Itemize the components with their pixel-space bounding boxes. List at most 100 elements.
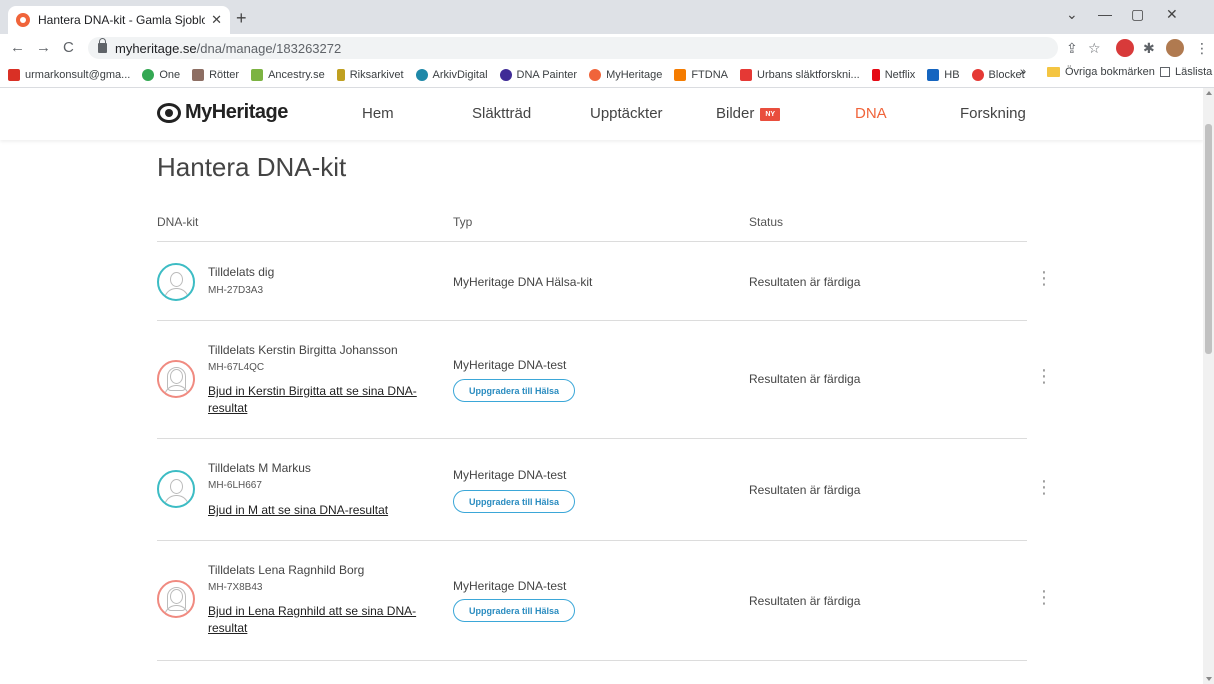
extension-icon[interactable]	[1116, 39, 1134, 57]
bookmark-ftdna[interactable]: FTDNA	[674, 68, 728, 81]
arkivdigital-icon	[415, 68, 428, 81]
invite-link[interactable]: Bjud in M att se sina DNA-resultat	[208, 502, 433, 519]
scroll-up-icon[interactable]	[1206, 91, 1212, 95]
other-bookmarks-folder[interactable]: Övriga bokmärken	[1047, 66, 1155, 78]
tab-search-icon[interactable]: ⌄	[1066, 6, 1078, 23]
kit-assignee: Tilldelats Lena Ragnhild Borg	[208, 563, 365, 577]
kit-assignee: Tilldelats M Markus	[208, 461, 311, 475]
nav-upptackter[interactable]: Upptäckter	[590, 105, 663, 122]
maximize-button[interactable]: ▢	[1131, 6, 1144, 23]
myheritage-favicon-icon	[16, 13, 30, 27]
row-divider	[157, 540, 1027, 541]
riksarkivet-icon	[336, 68, 345, 81]
close-tab-icon[interactable]: ✕	[211, 12, 222, 28]
column-header-status: Status	[749, 215, 784, 229]
bookmark-label: Netflix	[884, 68, 916, 81]
nav-dna[interactable]: DNA	[855, 105, 887, 122]
bookmark-myheritage[interactable]: MyHeritage	[589, 68, 663, 81]
one-icon	[142, 68, 155, 81]
page-viewport: MyHeritage Hem Släktträd Upptäckter Bild…	[0, 88, 1214, 684]
bookmark-label: urmarkonsult@gma...	[25, 68, 131, 81]
bookmark-riksarkivet[interactable]: Riksarkivet	[336, 68, 404, 81]
bookmark-label: FTDNA	[691, 68, 728, 81]
kit-type: MyHeritage DNA-test	[453, 468, 567, 482]
lock-icon	[98, 38, 107, 53]
upgrade-to-health-button[interactable]: Uppgradera till Hälsa	[453, 599, 575, 622]
profile-avatar[interactable]	[1166, 39, 1184, 57]
ancestry-leaf-icon	[251, 68, 264, 81]
invite-link[interactable]: Bjud in Lena Ragnhild att se sina DNA-re…	[208, 603, 433, 637]
reading-list-button[interactable]: Läslista	[1160, 66, 1212, 78]
logo-text: MyHeritage	[185, 101, 288, 123]
tab-title: Hantera DNA-kit - Gamla Sjoblom	[38, 13, 206, 27]
bookmark-star-icon[interactable]: ☆	[1088, 40, 1101, 57]
bookmark-urbans[interactable]: Urbans släktforskni...	[740, 68, 860, 81]
kit-id: MH-6LH667	[208, 480, 262, 491]
male-avatar-icon	[157, 470, 195, 508]
male-avatar-icon	[157, 263, 195, 301]
blocket-icon	[971, 68, 984, 81]
kit-status: Resultaten är färdiga	[749, 483, 861, 497]
bookmark-one[interactable]: One	[142, 68, 181, 81]
nav-bilder-label: Bilder	[716, 105, 755, 122]
myheritage-logo-icon	[157, 102, 181, 123]
invite-link[interactable]: Bjud in Kerstin Birgitta att se sina DNA…	[208, 383, 433, 417]
share-icon[interactable]: ⇪	[1066, 40, 1078, 57]
bookmark-ancestry[interactable]: Ancestry.se	[251, 68, 325, 81]
upgrade-to-health-button[interactable]: Uppgradera till Hälsa	[453, 379, 575, 402]
close-window-button[interactable]: ✕	[1166, 6, 1178, 23]
more-options-icon[interactable]: ⋮	[1035, 269, 1053, 287]
page-scrollbar[interactable]	[1203, 88, 1214, 684]
bookmark-netflix[interactable]: Netflix	[871, 68, 916, 81]
myheritage-logo[interactable]: MyHeritage	[157, 101, 288, 124]
address-bar[interactable]: myheritage.se /dna/manage/183263272	[88, 37, 1058, 59]
nav-hem[interactable]: Hem	[362, 105, 394, 122]
bookmark-gmail[interactable]: urmarkonsult@gma...	[8, 68, 131, 81]
kit-status: Resultaten är färdiga	[749, 594, 861, 608]
upgrade-to-health-button[interactable]: Uppgradera till Hälsa	[453, 490, 575, 513]
extensions-puzzle-icon[interactable]: ✱	[1143, 40, 1155, 57]
bookmark-arkivdigital[interactable]: ArkivDigital	[415, 68, 488, 81]
new-badge: NY	[760, 107, 781, 121]
netflix-icon	[871, 68, 880, 81]
bookmark-rotter[interactable]: Rötter	[192, 68, 239, 81]
more-options-icon[interactable]: ⋮	[1035, 367, 1053, 385]
new-tab-button[interactable]: +	[236, 8, 247, 29]
back-button[interactable]: ←	[10, 39, 25, 56]
reading-list-label: Läslista	[1175, 66, 1213, 78]
bookmark-label: MyHeritage	[606, 68, 663, 81]
browser-tabstrip: Hantera DNA-kit - Gamla Sjoblom ✕ + ⌄ — …	[0, 0, 1214, 34]
browser-tab-active[interactable]: Hantera DNA-kit - Gamla Sjoblom ✕	[8, 6, 230, 34]
minimize-button[interactable]: —	[1098, 6, 1112, 22]
reading-list-icon	[1160, 67, 1170, 77]
dnapainter-icon	[499, 68, 512, 81]
bookmark-hb[interactable]: HB	[927, 68, 960, 81]
scroll-down-icon[interactable]	[1206, 677, 1212, 681]
nav-slakttrad[interactable]: Släktträd	[472, 105, 531, 122]
forward-button[interactable]: →	[36, 39, 51, 56]
more-options-icon[interactable]: ⋮	[1035, 588, 1053, 606]
bookmarks-overflow-button[interactable]: »	[1020, 66, 1026, 78]
gmail-icon	[8, 68, 20, 81]
bookmark-dnapainter[interactable]: DNA Painter	[499, 68, 577, 81]
url-host: myheritage.se	[115, 40, 197, 56]
scrollbar-thumb[interactable]	[1205, 124, 1212, 354]
column-header-type: Typ	[453, 215, 473, 229]
bookmark-blocket[interactable]: Blocket	[971, 68, 1025, 81]
url-path: /dna/manage/183263272	[196, 40, 342, 56]
row-divider	[157, 438, 1027, 439]
bookmark-label: One	[159, 68, 181, 81]
female-avatar-icon	[157, 580, 195, 618]
kit-id: MH-67L4QC	[208, 362, 265, 373]
more-options-icon[interactable]: ⋮	[1035, 478, 1053, 496]
reload-button[interactable]: C	[63, 39, 74, 56]
kit-status: Resultaten är färdiga	[749, 372, 861, 386]
nav-forskning[interactable]: Forskning	[960, 105, 1026, 122]
kit-type: MyHeritage DNA Hälsa-kit	[453, 275, 593, 289]
bookmark-label: ArkivDigital	[432, 68, 488, 81]
kit-status: Resultaten är färdiga	[749, 275, 861, 289]
nav-bilder[interactable]: Bilder NY	[716, 105, 781, 122]
folder-icon	[1047, 67, 1060, 77]
kit-type: MyHeritage DNA-test	[453, 358, 567, 372]
browser-menu-icon[interactable]: ⋮	[1195, 40, 1209, 57]
